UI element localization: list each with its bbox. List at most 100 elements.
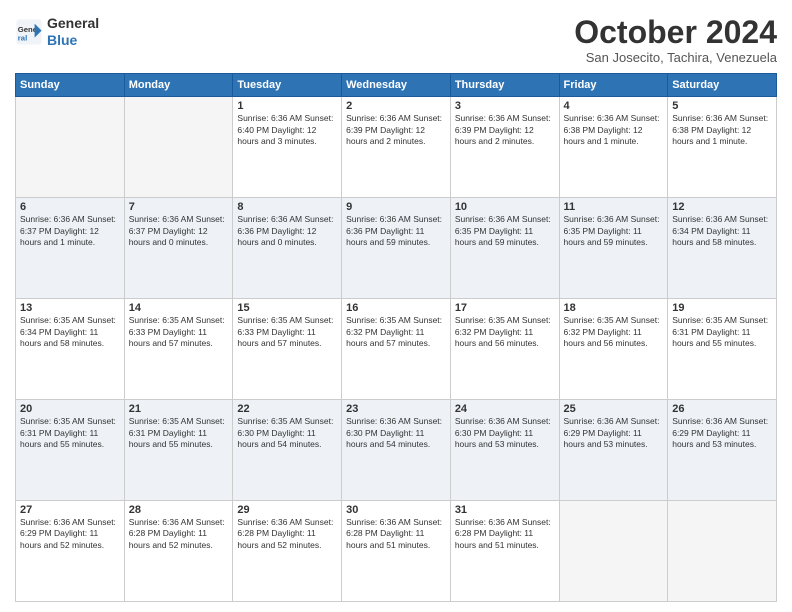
col-monday: Monday [124, 74, 233, 97]
day-number: 7 [129, 201, 229, 213]
day-info: Sunrise: 6:36 AM Sunset: 6:35 PM Dayligh… [564, 214, 664, 248]
day-number: 3 [455, 100, 555, 112]
week-row-1: 1Sunrise: 6:36 AM Sunset: 6:40 PM Daylig… [16, 97, 777, 198]
day-info: Sunrise: 6:36 AM Sunset: 6:39 PM Dayligh… [455, 113, 555, 147]
day-number: 21 [129, 403, 229, 415]
day-info: Sunrise: 6:35 AM Sunset: 6:31 PM Dayligh… [129, 416, 229, 450]
day-cell: 9Sunrise: 6:36 AM Sunset: 6:36 PM Daylig… [342, 198, 451, 299]
col-saturday: Saturday [668, 74, 777, 97]
day-number: 5 [672, 100, 772, 112]
day-cell: 11Sunrise: 6:36 AM Sunset: 6:35 PM Dayli… [559, 198, 668, 299]
day-cell: 19Sunrise: 6:35 AM Sunset: 6:31 PM Dayli… [668, 299, 777, 400]
day-cell [559, 501, 668, 602]
day-number: 28 [129, 504, 229, 516]
week-row-2: 6Sunrise: 6:36 AM Sunset: 6:37 PM Daylig… [16, 198, 777, 299]
day-number: 14 [129, 302, 229, 314]
day-info: Sunrise: 6:36 AM Sunset: 6:37 PM Dayligh… [20, 214, 120, 248]
day-number: 18 [564, 302, 664, 314]
day-cell: 8Sunrise: 6:36 AM Sunset: 6:36 PM Daylig… [233, 198, 342, 299]
day-cell: 6Sunrise: 6:36 AM Sunset: 6:37 PM Daylig… [16, 198, 125, 299]
day-cell: 27Sunrise: 6:36 AM Sunset: 6:29 PM Dayli… [16, 501, 125, 602]
calendar-table: Sunday Monday Tuesday Wednesday Thursday… [15, 73, 777, 602]
day-cell: 4Sunrise: 6:36 AM Sunset: 6:38 PM Daylig… [559, 97, 668, 198]
day-number: 25 [564, 403, 664, 415]
header: Gene ral General Blue October 2024 San J… [15, 15, 777, 65]
day-number: 20 [20, 403, 120, 415]
day-info: Sunrise: 6:35 AM Sunset: 6:33 PM Dayligh… [237, 315, 337, 349]
day-info: Sunrise: 6:36 AM Sunset: 6:40 PM Dayligh… [237, 113, 337, 147]
day-cell [124, 97, 233, 198]
day-info: Sunrise: 6:36 AM Sunset: 6:30 PM Dayligh… [455, 416, 555, 450]
logo-icon: Gene ral [15, 18, 43, 46]
day-info: Sunrise: 6:35 AM Sunset: 6:31 PM Dayligh… [672, 315, 772, 349]
day-cell: 1Sunrise: 6:36 AM Sunset: 6:40 PM Daylig… [233, 97, 342, 198]
logo-text: General Blue [47, 15, 99, 49]
day-cell: 16Sunrise: 6:35 AM Sunset: 6:32 PM Dayli… [342, 299, 451, 400]
day-info: Sunrise: 6:36 AM Sunset: 6:38 PM Dayligh… [672, 113, 772, 147]
day-cell: 29Sunrise: 6:36 AM Sunset: 6:28 PM Dayli… [233, 501, 342, 602]
day-number: 19 [672, 302, 772, 314]
day-cell: 17Sunrise: 6:35 AM Sunset: 6:32 PM Dayli… [450, 299, 559, 400]
day-info: Sunrise: 6:36 AM Sunset: 6:39 PM Dayligh… [346, 113, 446, 147]
day-info: Sunrise: 6:35 AM Sunset: 6:30 PM Dayligh… [237, 416, 337, 450]
day-cell: 2Sunrise: 6:36 AM Sunset: 6:39 PM Daylig… [342, 97, 451, 198]
day-info: Sunrise: 6:36 AM Sunset: 6:29 PM Dayligh… [20, 517, 120, 551]
day-info: Sunrise: 6:35 AM Sunset: 6:31 PM Dayligh… [20, 416, 120, 450]
day-number: 15 [237, 302, 337, 314]
day-cell: 21Sunrise: 6:35 AM Sunset: 6:31 PM Dayli… [124, 400, 233, 501]
day-info: Sunrise: 6:36 AM Sunset: 6:29 PM Dayligh… [672, 416, 772, 450]
col-wednesday: Wednesday [342, 74, 451, 97]
day-cell: 20Sunrise: 6:35 AM Sunset: 6:31 PM Dayli… [16, 400, 125, 501]
day-info: Sunrise: 6:36 AM Sunset: 6:37 PM Dayligh… [129, 214, 229, 248]
col-friday: Friday [559, 74, 668, 97]
day-cell: 5Sunrise: 6:36 AM Sunset: 6:38 PM Daylig… [668, 97, 777, 198]
day-cell: 10Sunrise: 6:36 AM Sunset: 6:35 PM Dayli… [450, 198, 559, 299]
title-block: October 2024 San Josecito, Tachira, Vene… [574, 15, 777, 65]
day-info: Sunrise: 6:36 AM Sunset: 6:36 PM Dayligh… [237, 214, 337, 248]
page: Gene ral General Blue October 2024 San J… [0, 0, 792, 612]
day-info: Sunrise: 6:36 AM Sunset: 6:30 PM Dayligh… [346, 416, 446, 450]
day-cell: 28Sunrise: 6:36 AM Sunset: 6:28 PM Dayli… [124, 501, 233, 602]
day-cell: 13Sunrise: 6:35 AM Sunset: 6:34 PM Dayli… [16, 299, 125, 400]
subtitle: San Josecito, Tachira, Venezuela [574, 50, 777, 65]
day-info: Sunrise: 6:35 AM Sunset: 6:34 PM Dayligh… [20, 315, 120, 349]
day-number: 9 [346, 201, 446, 213]
day-info: Sunrise: 6:35 AM Sunset: 6:32 PM Dayligh… [564, 315, 664, 349]
day-number: 16 [346, 302, 446, 314]
day-number: 29 [237, 504, 337, 516]
day-info: Sunrise: 6:35 AM Sunset: 6:33 PM Dayligh… [129, 315, 229, 349]
day-number: 17 [455, 302, 555, 314]
day-info: Sunrise: 6:36 AM Sunset: 6:28 PM Dayligh… [455, 517, 555, 551]
day-number: 8 [237, 201, 337, 213]
day-cell: 31Sunrise: 6:36 AM Sunset: 6:28 PM Dayli… [450, 501, 559, 602]
week-row-5: 27Sunrise: 6:36 AM Sunset: 6:29 PM Dayli… [16, 501, 777, 602]
day-number: 23 [346, 403, 446, 415]
col-tuesday: Tuesday [233, 74, 342, 97]
day-number: 22 [237, 403, 337, 415]
day-info: Sunrise: 6:35 AM Sunset: 6:32 PM Dayligh… [455, 315, 555, 349]
day-number: 27 [20, 504, 120, 516]
day-cell: 3Sunrise: 6:36 AM Sunset: 6:39 PM Daylig… [450, 97, 559, 198]
day-cell: 26Sunrise: 6:36 AM Sunset: 6:29 PM Dayli… [668, 400, 777, 501]
week-row-4: 20Sunrise: 6:35 AM Sunset: 6:31 PM Dayli… [16, 400, 777, 501]
day-number: 30 [346, 504, 446, 516]
day-number: 31 [455, 504, 555, 516]
day-number: 12 [672, 201, 772, 213]
day-info: Sunrise: 6:36 AM Sunset: 6:28 PM Dayligh… [237, 517, 337, 551]
day-info: Sunrise: 6:35 AM Sunset: 6:32 PM Dayligh… [346, 315, 446, 349]
col-sunday: Sunday [16, 74, 125, 97]
day-number: 1 [237, 100, 337, 112]
day-info: Sunrise: 6:36 AM Sunset: 6:29 PM Dayligh… [564, 416, 664, 450]
day-number: 11 [564, 201, 664, 213]
month-title: October 2024 [574, 15, 777, 50]
day-cell: 24Sunrise: 6:36 AM Sunset: 6:30 PM Dayli… [450, 400, 559, 501]
day-cell [668, 501, 777, 602]
day-number: 10 [455, 201, 555, 213]
day-info: Sunrise: 6:36 AM Sunset: 6:38 PM Dayligh… [564, 113, 664, 147]
day-number: 4 [564, 100, 664, 112]
day-cell: 15Sunrise: 6:35 AM Sunset: 6:33 PM Dayli… [233, 299, 342, 400]
header-row: Sunday Monday Tuesday Wednesday Thursday… [16, 74, 777, 97]
day-info: Sunrise: 6:36 AM Sunset: 6:35 PM Dayligh… [455, 214, 555, 248]
day-cell: 23Sunrise: 6:36 AM Sunset: 6:30 PM Dayli… [342, 400, 451, 501]
day-info: Sunrise: 6:36 AM Sunset: 6:28 PM Dayligh… [129, 517, 229, 551]
